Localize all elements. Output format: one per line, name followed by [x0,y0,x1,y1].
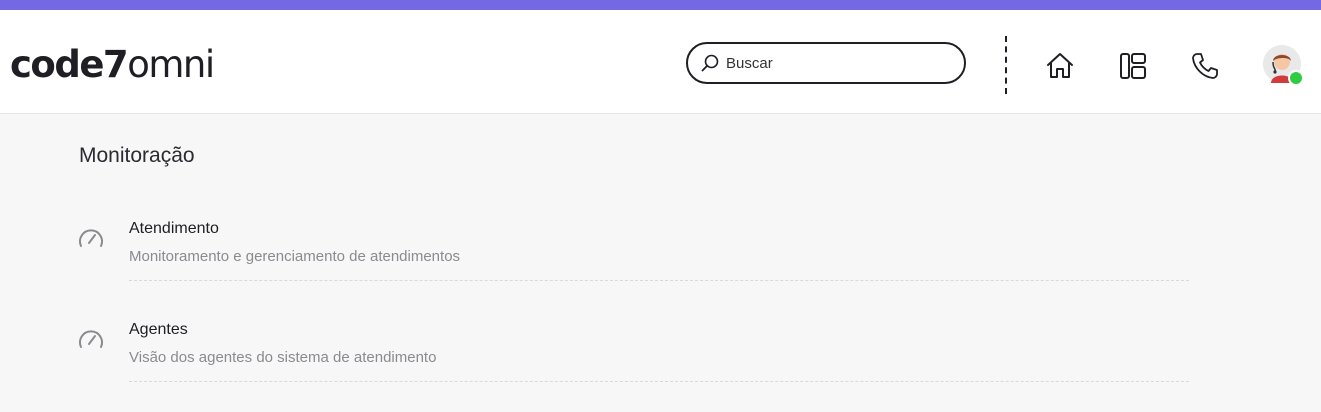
online-status-dot [1288,70,1304,86]
user-avatar[interactable] [1263,45,1304,86]
dashboard-button[interactable] [1118,51,1148,81]
menu-item-divider [129,381,1189,382]
dashboard-icon [1120,53,1146,79]
menu-item-divider [129,280,1189,281]
phone-button[interactable] [1190,51,1220,81]
app-logo[interactable]: code7omni [10,43,215,87]
menu-item-title: Agentes [129,321,188,338]
menu-item-description: Monitoramento e gerenciamento de atendim… [129,248,461,265]
home-button[interactable] [1045,51,1075,81]
app-header: code7omni [0,10,1321,114]
menu-item-agentes[interactable]: Agentes Visão dos agentes do sistema de … [76,311,1190,403]
search-icon [701,54,719,72]
header-divider [1005,36,1007,94]
logo-bold-text: code7 [10,43,129,86]
search-input[interactable] [726,54,946,72]
search-box[interactable] [686,42,966,84]
menu-item-description: Visão dos agentes do sistema de atendime… [129,349,437,366]
menu-item-atendimento[interactable]: Atendimento Monitoramento e gerenciament… [76,210,1190,302]
logo-light-text: omni [127,43,215,86]
menu-item-title: Atendimento [129,220,219,237]
speedometer-icon [79,330,103,348]
page-title: Monitoração [79,144,195,167]
speedometer-icon [79,229,103,247]
home-icon [1047,53,1073,78]
phone-icon [1192,53,1218,79]
